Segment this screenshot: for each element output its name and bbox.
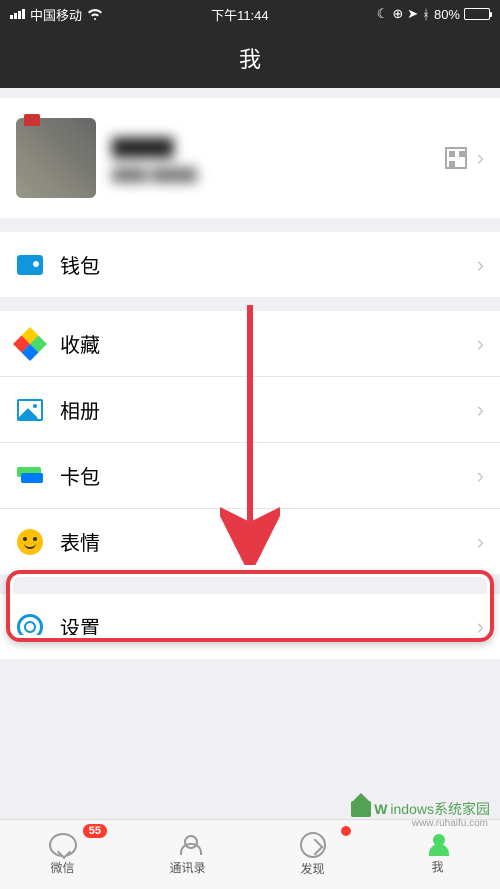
tab-me[interactable]: 我 <box>375 820 500 889</box>
chevron-right-icon: › <box>477 529 484 555</box>
favorites-icon <box>16 330 44 358</box>
wallet-icon <box>16 251 44 279</box>
emoji-icon <box>16 528 44 556</box>
section-settings: 设置 › <box>0 594 500 659</box>
row-stickers[interactable]: 表情 › <box>0 509 500 574</box>
row-settings[interactable]: 设置 › <box>0 594 500 659</box>
profile-info: ▇▇▇▇ ▇▇▇ ▇▇▇▇ <box>112 134 445 183</box>
row-wallet-label: 钱包 <box>60 250 477 279</box>
watermark-url: www.ruhaifu.com <box>412 818 488 829</box>
battery-pct: 80% <box>434 7 460 22</box>
location-icon: ➤ <box>407 6 418 22</box>
page-title: 我 <box>239 42 261 74</box>
moon-icon: ☾ <box>377 6 389 22</box>
row-favorites-label: 收藏 <box>60 329 477 358</box>
tab-contacts[interactable]: 通讯录 <box>125 820 250 889</box>
tab-wechat[interactable]: 微信 55 <box>0 820 125 889</box>
settings-icon <box>16 613 44 641</box>
row-stickers-label: 表情 <box>60 527 477 556</box>
profile-name: ▇▇▇▇ <box>112 134 445 159</box>
tab-discover[interactable]: 发现 <box>250 820 375 889</box>
wifi-icon <box>87 8 103 20</box>
tab-discover-dot <box>341 826 351 836</box>
chevron-right-icon: › <box>477 331 484 357</box>
compass-icon <box>300 832 326 858</box>
row-album[interactable]: 相册 › <box>0 377 500 443</box>
tab-wechat-badge: 55 <box>83 824 107 838</box>
tab-bar: 微信 55 通讯录 发现 我 <box>0 819 500 889</box>
cards-icon <box>16 462 44 490</box>
contacts-icon <box>176 833 200 857</box>
carrier-label: 中国移动 <box>30 5 82 24</box>
status-bar: 中国移动 下午11:44 ☾ ⊕ ➤ ᚼ 80% <box>0 0 500 28</box>
row-settings-label: 设置 <box>60 612 477 641</box>
status-time: 下午11:44 <box>211 5 269 24</box>
qr-code-icon[interactable] <box>445 147 467 169</box>
house-icon <box>351 801 371 817</box>
chat-icon <box>49 833 77 857</box>
chevron-right-icon: › <box>477 614 484 640</box>
section-wallet: 钱包 › <box>0 232 500 297</box>
tab-me-label: 我 <box>431 858 443 875</box>
status-left: 中国移动 <box>10 5 103 24</box>
tab-discover-label: 发现 <box>300 860 324 877</box>
chevron-right-icon: › <box>477 463 484 489</box>
chevron-right-icon: › <box>477 397 484 423</box>
nav-bar: 我 <box>0 28 500 88</box>
album-icon <box>16 396 44 424</box>
lock-icon: ⊕ <box>392 6 403 22</box>
bluetooth-icon: ᚼ <box>422 7 430 22</box>
row-album-label: 相册 <box>60 395 477 424</box>
row-cards[interactable]: 卡包 › <box>0 443 500 509</box>
chevron-right-icon: › <box>477 252 484 278</box>
watermark: Windows系统家园 www.ruhaifu.com <box>351 799 490 819</box>
avatar[interactable] <box>16 118 96 198</box>
status-right: ☾ ⊕ ➤ ᚼ 80% <box>377 6 490 22</box>
person-icon <box>427 834 449 856</box>
row-wallet[interactable]: 钱包 › <box>0 232 500 297</box>
tab-contacts-label: 通讯录 <box>169 859 205 876</box>
row-favorites[interactable]: 收藏 › <box>0 311 500 377</box>
battery-icon <box>464 8 490 20</box>
chevron-right-icon: › <box>477 145 484 171</box>
section-media: 收藏 › 相册 › 卡包 › 表情 › <box>0 311 500 574</box>
row-cards-label: 卡包 <box>60 461 477 490</box>
watermark-text: indows系统家园 <box>390 799 490 819</box>
profile-id: ▇▇▇ ▇▇▇▇ <box>112 165 445 183</box>
profile-row[interactable]: ▇▇▇▇ ▇▇▇ ▇▇▇▇ › <box>0 98 500 218</box>
signal-icon <box>10 9 25 19</box>
tab-wechat-label: 微信 <box>50 859 74 876</box>
